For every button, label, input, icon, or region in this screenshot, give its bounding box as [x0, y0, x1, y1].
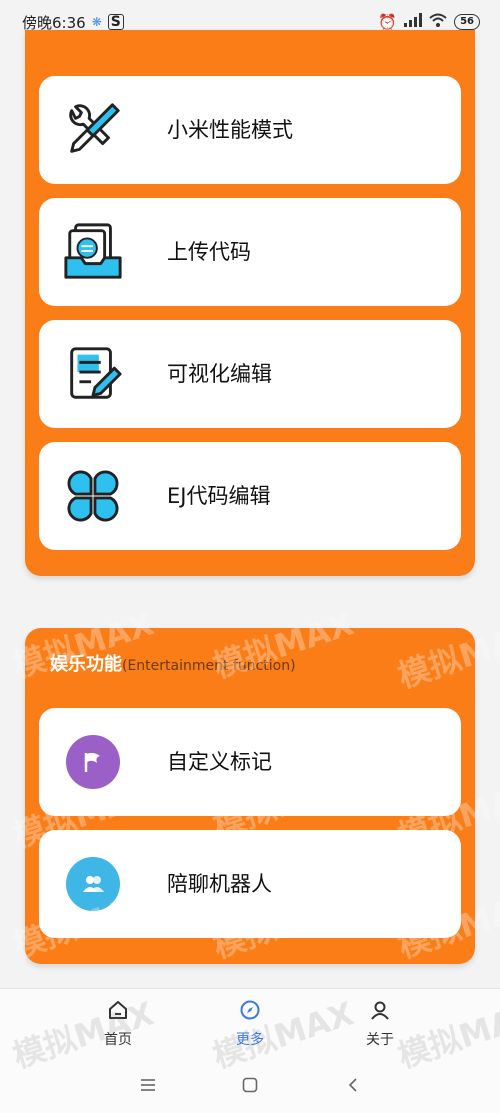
wifi-icon	[429, 13, 447, 31]
grid-clover-icon	[61, 464, 125, 528]
item-xiaomi-performance-mode[interactable]: 小米性能模式	[39, 76, 461, 184]
item-ej-code-editing[interactable]: EJ代码编辑	[39, 442, 461, 550]
app-notification-icon: ❋	[91, 15, 102, 29]
back-nav-button[interactable]	[338, 1070, 368, 1100]
item-label: EJ代码编辑	[167, 484, 271, 508]
system-nav-bar	[0, 1058, 500, 1113]
item-label: 可视化编辑	[167, 362, 272, 386]
users-icon	[66, 857, 120, 911]
item-label: 自定义标记	[167, 750, 272, 774]
battery-indicator: 56	[454, 14, 480, 30]
section-subtitle: (Entertainment function)	[122, 658, 296, 674]
section-title-text: 娱乐功能	[50, 654, 122, 675]
tab-more[interactable]: 更多	[200, 989, 300, 1059]
item-label: 陪聊机器人	[167, 872, 272, 896]
back-chevron-icon	[348, 1078, 357, 1092]
main-features-panel: 小米性能模式 上传代码 可视化编辑 EJ代码编辑	[25, 30, 475, 576]
home-icon	[107, 999, 129, 1025]
item-chat-robot[interactable]: 陪聊机器人	[39, 830, 461, 938]
signal-icon	[404, 13, 423, 31]
item-upload-code[interactable]: 上传代码	[39, 198, 461, 306]
item-visual-editing[interactable]: 可视化编辑	[39, 320, 461, 428]
bottom-tab-bar: 首页 更多 关于	[0, 988, 500, 1058]
item-custom-mark[interactable]: 自定义标记	[39, 708, 461, 816]
status-right: ⏰ 56	[378, 13, 480, 31]
tab-label: 关于	[366, 1032, 394, 1048]
flag-icon	[66, 735, 120, 789]
compass-icon	[239, 999, 261, 1025]
person-icon	[369, 999, 391, 1025]
tab-home[interactable]: 首页	[68, 989, 168, 1059]
menu-nav-button[interactable]	[133, 1070, 163, 1100]
edit-document-icon	[61, 342, 125, 406]
section-title: 娱乐功能(Entertainment function)	[50, 650, 296, 676]
item-label: 小米性能模式	[167, 118, 293, 142]
square-icon	[242, 1077, 258, 1093]
item-label: 上传代码	[167, 240, 251, 264]
entertainment-panel: 娱乐功能(Entertainment function) 自定义标记 陪聊机器人	[25, 628, 475, 964]
tab-label: 首页	[104, 1032, 132, 1048]
tab-label: 更多	[236, 1032, 264, 1048]
s-notification-icon: S	[107, 14, 124, 30]
tools-icon	[61, 98, 125, 162]
tab-about[interactable]: 关于	[330, 989, 430, 1059]
menu-icon	[141, 1079, 155, 1091]
chat-robot-icon	[61, 852, 125, 916]
alarm-icon: ⏰	[378, 13, 398, 31]
home-nav-button[interactable]	[235, 1070, 265, 1100]
upload-document-icon	[61, 220, 125, 284]
custom-mark-icon	[61, 730, 125, 794]
